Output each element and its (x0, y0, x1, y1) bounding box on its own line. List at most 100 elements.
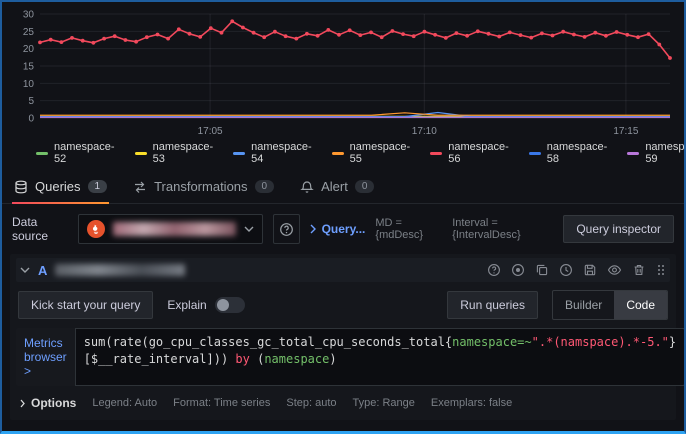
chevron-right-icon (310, 224, 316, 234)
legend-label: namespace-59 (645, 141, 686, 165)
help-circle-icon[interactable] (487, 263, 501, 277)
trash-icon[interactable] (632, 263, 646, 277)
query-inspector-button[interactable]: Query inspector (563, 215, 674, 243)
tab-label: Alert (321, 179, 348, 194)
redacted-datasource-name (113, 222, 237, 236)
history-icon[interactable] (559, 263, 573, 277)
toggle-knob (217, 299, 229, 311)
code-line-1: sum(rate(go_cpu_classes_gc_total_cpu_sec… (84, 334, 676, 351)
datasource-row: Data source Query... MD = {mdDesc} Inter… (2, 214, 684, 244)
timeseries-chart[interactable]: 05101520253017:0517:1017:15 (10, 8, 676, 140)
svg-text:25: 25 (23, 27, 35, 38)
query-row-actions (487, 263, 666, 277)
legend-label: namespace-55 (350, 141, 413, 165)
kick-start-query-button[interactable]: Kick start your query (18, 291, 153, 319)
builder-mode-button[interactable]: Builder (553, 291, 614, 319)
tab-alert[interactable]: Alert 0 (298, 170, 376, 203)
svg-text:17:10: 17:10 (412, 126, 437, 137)
datasource-picker[interactable] (78, 214, 264, 244)
code-mode-button[interactable]: Code (614, 291, 667, 319)
explain-toggle[interactable] (215, 297, 245, 313)
legend-item-namespace-53[interactable]: namespace-53 (135, 141, 216, 165)
transform-icon (133, 180, 147, 194)
option-type: Type: Range (353, 397, 415, 409)
tab-count-badge: 0 (255, 180, 275, 193)
redacted-query-datasource-name (55, 264, 185, 276)
option-format: Format: Time series (173, 397, 270, 409)
svg-text:20: 20 (23, 44, 35, 55)
code-token: } (669, 335, 676, 349)
legend-label: namespace-58 (547, 141, 610, 165)
code-token: ) (329, 352, 336, 366)
grafana-panel-editor: 05101520253017:0517:1017:15 namespace-52… (0, 0, 686, 434)
collapse-chevron-icon[interactable] (20, 267, 30, 273)
record-circle-icon[interactable] (511, 263, 525, 277)
prometheus-icon (87, 220, 105, 238)
datasource-help-button[interactable] (273, 214, 299, 244)
chart-legend: namespace-52 namespace-53 namespace-54 n… (36, 144, 676, 162)
legend-color-marker (332, 152, 344, 155)
metrics-browser-toggle[interactable]: Metrics browser > (16, 328, 75, 386)
legend-color-marker (135, 152, 147, 155)
legend-item-namespace-58[interactable]: namespace-58 (529, 141, 610, 165)
code-line-2: [$__rate_interval])) by (namespace) (84, 351, 676, 368)
legend-color-marker (627, 152, 639, 155)
legend-item-namespace-52[interactable]: namespace-52 (36, 141, 117, 165)
legend-item-namespace-55[interactable]: namespace-55 (332, 141, 413, 165)
svg-text:17:15: 17:15 (613, 126, 638, 137)
duplicate-icon[interactable] (535, 263, 549, 277)
query-ref-id: A (38, 263, 47, 278)
explain-control: Explain (167, 297, 244, 313)
svg-text:10: 10 (23, 79, 35, 90)
query-row-header[interactable]: A (16, 258, 670, 282)
svg-text:15: 15 (23, 62, 35, 73)
drag-handle-icon[interactable] (656, 263, 666, 277)
legend-color-marker (430, 152, 442, 155)
legend-item-namespace-59[interactable]: namespace-59 (627, 141, 686, 165)
options-toggle[interactable]: Options (20, 396, 76, 410)
code-token: sum(rate(go_cpu_classes_gc_total_cpu_sec… (84, 335, 452, 349)
legend-label: namespace-52 (54, 141, 117, 165)
timeseries-panel: 05101520253017:0517:1017:15 namespace-52… (2, 2, 684, 162)
code-token-label: namespace (264, 352, 329, 366)
legend-label: namespace-56 (448, 141, 511, 165)
query-code-editor[interactable]: sum(rate(go_cpu_classes_gc_total_cpu_sec… (75, 328, 685, 386)
interval-info: Interval = {IntervalDesc} (452, 217, 553, 241)
explain-label: Explain (167, 298, 206, 312)
tab-label: Queries (35, 179, 81, 194)
tab-count-badge: 1 (88, 180, 108, 193)
editor-mode-switch: Builder Code (552, 290, 668, 320)
database-icon (14, 180, 28, 194)
tab-queries[interactable]: Queries 1 (12, 170, 109, 203)
bell-icon (300, 180, 314, 194)
datasource-label: Data source (12, 215, 68, 243)
svg-text:30: 30 (23, 10, 35, 21)
legend-label: namespace-54 (251, 141, 314, 165)
legend-label: namespace-53 (153, 141, 216, 165)
legend-item-namespace-56[interactable]: namespace-56 (430, 141, 511, 165)
query-editor-card: A Kick start your query Explain Run quer… (10, 254, 676, 420)
tab-count-badge: 0 (355, 180, 375, 193)
tab-transformations[interactable]: Transformations 0 (131, 170, 276, 203)
save-icon[interactable] (583, 263, 597, 277)
tab-label: Transformations (154, 179, 247, 194)
chevron-right-icon (20, 399, 25, 408)
query-options-row: Options Legend: Auto Format: Time series… (16, 394, 670, 412)
chevron-down-icon (244, 226, 254, 232)
code-token-string: ".*(namspace).*-5." (532, 335, 669, 349)
option-step: Step: auto (286, 397, 336, 409)
run-queries-button[interactable]: Run queries (447, 291, 538, 319)
legend-color-marker (529, 152, 541, 155)
promql-editor: Metrics browser > sum(rate(go_cpu_classe… (16, 328, 670, 386)
eye-icon[interactable] (607, 263, 622, 277)
legend-color-marker (36, 152, 48, 155)
legend-item-namespace-54[interactable]: namespace-54 (233, 141, 314, 165)
query-options-label: Query... (322, 222, 366, 236)
legend-color-marker (233, 152, 245, 155)
svg-text:17:05: 17:05 (198, 126, 223, 137)
svg-text:5: 5 (28, 96, 34, 107)
code-token-keyword: by (235, 352, 257, 366)
query-options-toggle[interactable]: Query... (310, 222, 366, 236)
max-datapoints-info: MD = {mdDesc} (375, 217, 442, 241)
editor-tabs: Queries 1 Transformations 0 Alert 0 (2, 170, 684, 204)
